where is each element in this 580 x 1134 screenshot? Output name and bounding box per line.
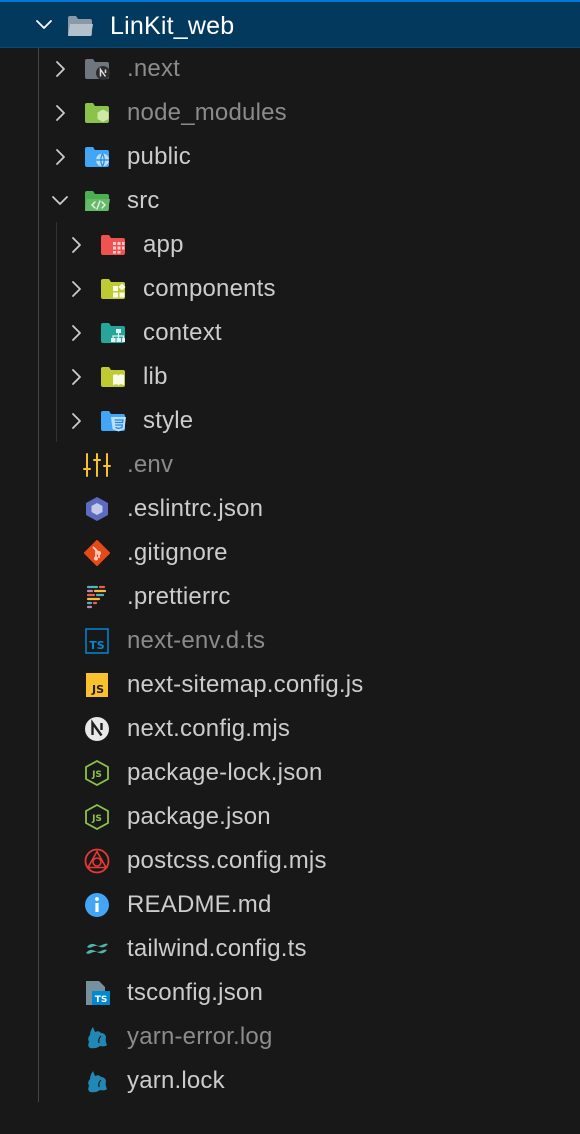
tree-file-item[interactable]: TS next-env.d.ts — [0, 619, 580, 663]
eslint-icon — [83, 496, 111, 522]
tree-folder-item[interactable]: components — [0, 267, 580, 311]
chevron-right-icon[interactable] — [50, 103, 70, 123]
tree-item-label: .eslintrc.json — [127, 495, 264, 522]
nodejs-icon: JS — [83, 760, 111, 786]
tree-item-label: .prettierrc — [127, 583, 231, 610]
tree-file-item[interactable]: next.config.mjs — [0, 707, 580, 751]
tree-item-label: yarn.lock — [127, 1067, 225, 1094]
tree-file-item[interactable]: JS package.json — [0, 795, 580, 839]
tree-folder-item[interactable]: lib — [0, 355, 580, 399]
tree-item-label: src — [127, 187, 160, 214]
tree-folder-item[interactable]: .next — [0, 47, 580, 91]
file-explorer: LinKit_web .next node_modulespublic src app… — [0, 0, 580, 1134]
tree-item-label: README.md — [127, 891, 272, 918]
tree-folder-item[interactable]: public — [0, 135, 580, 179]
tree-file-item[interactable]: JS package-lock.json — [0, 751, 580, 795]
tree-file-item[interactable]: .eslintrc.json — [0, 487, 580, 531]
tree-item-label: app — [143, 231, 184, 258]
tree-item-label: yarn-error.log — [127, 1023, 273, 1050]
next-folder-icon — [83, 56, 111, 82]
context-folder-icon — [99, 320, 127, 346]
tree-file-item[interactable]: JS next-sitemap.config.js — [0, 663, 580, 707]
src-folder-icon — [83, 188, 111, 214]
tree-root-folder[interactable]: LinKit_web — [0, 0, 580, 48]
folder-open-icon — [66, 13, 94, 39]
tree-item-label: context — [143, 319, 222, 346]
tree-item-label: next-sitemap.config.js — [127, 671, 364, 698]
tree-item-label: postcss.config.mjs — [127, 847, 327, 874]
prettier-icon — [83, 584, 111, 610]
nextjs-icon — [83, 716, 111, 742]
tree-item-label: tailwind.config.ts — [127, 935, 307, 962]
tree-item-label: .gitignore — [127, 539, 228, 566]
chevron-down-icon[interactable] — [34, 15, 54, 35]
chevron-right-icon[interactable] — [66, 279, 86, 299]
postcss-icon — [83, 848, 111, 874]
tree-file-item[interactable]: TS tsconfig.json — [0, 971, 580, 1015]
typescript-icon: TS — [83, 628, 111, 654]
env-icon — [83, 452, 111, 478]
chevron-right-icon[interactable] — [66, 411, 86, 431]
svg-text:JS: JS — [91, 770, 102, 780]
tree-file-item[interactable]: yarn.lock — [0, 1059, 580, 1103]
tree-item-label: lib — [143, 363, 168, 390]
info-icon — [83, 892, 111, 918]
tree-folder-item[interactable]: node_modules — [0, 91, 580, 135]
tree-file-item[interactable]: .prettierrc — [0, 575, 580, 619]
chevron-right-icon[interactable] — [50, 59, 70, 79]
chevron-right-icon[interactable] — [66, 235, 86, 255]
tree-file-item[interactable]: yarn-error.log — [0, 1015, 580, 1059]
tree-item-label: next-env.d.ts — [127, 627, 266, 654]
tree-item-label: .next — [127, 55, 181, 82]
tree-item-label: public — [127, 143, 191, 170]
tree-folder-item[interactable]: context — [0, 311, 580, 355]
style-folder-icon — [99, 408, 127, 434]
tree-folder-item[interactable]: style — [0, 399, 580, 443]
node-folder-icon — [83, 100, 111, 126]
chevron-down-icon[interactable] — [50, 191, 70, 211]
tree-item-label: components — [143, 275, 276, 302]
svg-text:TS: TS — [95, 995, 108, 1005]
tree-item-label: package-lock.json — [127, 759, 323, 786]
tree-item-label: style — [143, 407, 194, 434]
root-folder-label: LinKit_web — [110, 12, 235, 40]
tree-item-label: node_modules — [127, 99, 287, 126]
chevron-right-icon[interactable] — [50, 147, 70, 167]
tree-item-label: next.config.mjs — [127, 715, 291, 742]
globe-folder-icon — [83, 144, 111, 170]
tree-item-label: package.json — [127, 803, 271, 830]
tree-file-item[interactable]: .env — [0, 443, 580, 487]
tree-item-label: tsconfig.json — [127, 979, 264, 1006]
tree-folder-item[interactable]: app — [0, 223, 580, 267]
yarn-icon — [83, 1024, 111, 1050]
components-folder-icon — [99, 276, 127, 302]
lib-folder-icon — [99, 364, 127, 390]
tree-file-item[interactable]: README.md — [0, 883, 580, 927]
tree-item-label: .env — [127, 451, 174, 478]
svg-text:JS: JS — [91, 683, 104, 696]
tree-file-item[interactable]: tailwind.config.ts — [0, 927, 580, 971]
chevron-right-icon[interactable] — [66, 323, 86, 343]
app-folder-icon — [99, 232, 127, 258]
javascript-icon: JS — [83, 672, 111, 698]
tree-folder-item[interactable]: src — [0, 179, 580, 223]
svg-text:JS: JS — [91, 814, 102, 824]
chevron-right-icon[interactable] — [66, 367, 86, 387]
tree-file-item[interactable]: postcss.config.mjs — [0, 839, 580, 883]
yarn-icon — [83, 1068, 111, 1094]
tailwind-icon — [83, 936, 111, 962]
tsconfig-icon: TS — [83, 980, 111, 1006]
git-icon — [83, 540, 111, 566]
nodejs-icon: JS — [83, 804, 111, 830]
tree-file-item[interactable]: .gitignore — [0, 531, 580, 575]
svg-text:TS: TS — [89, 639, 105, 652]
